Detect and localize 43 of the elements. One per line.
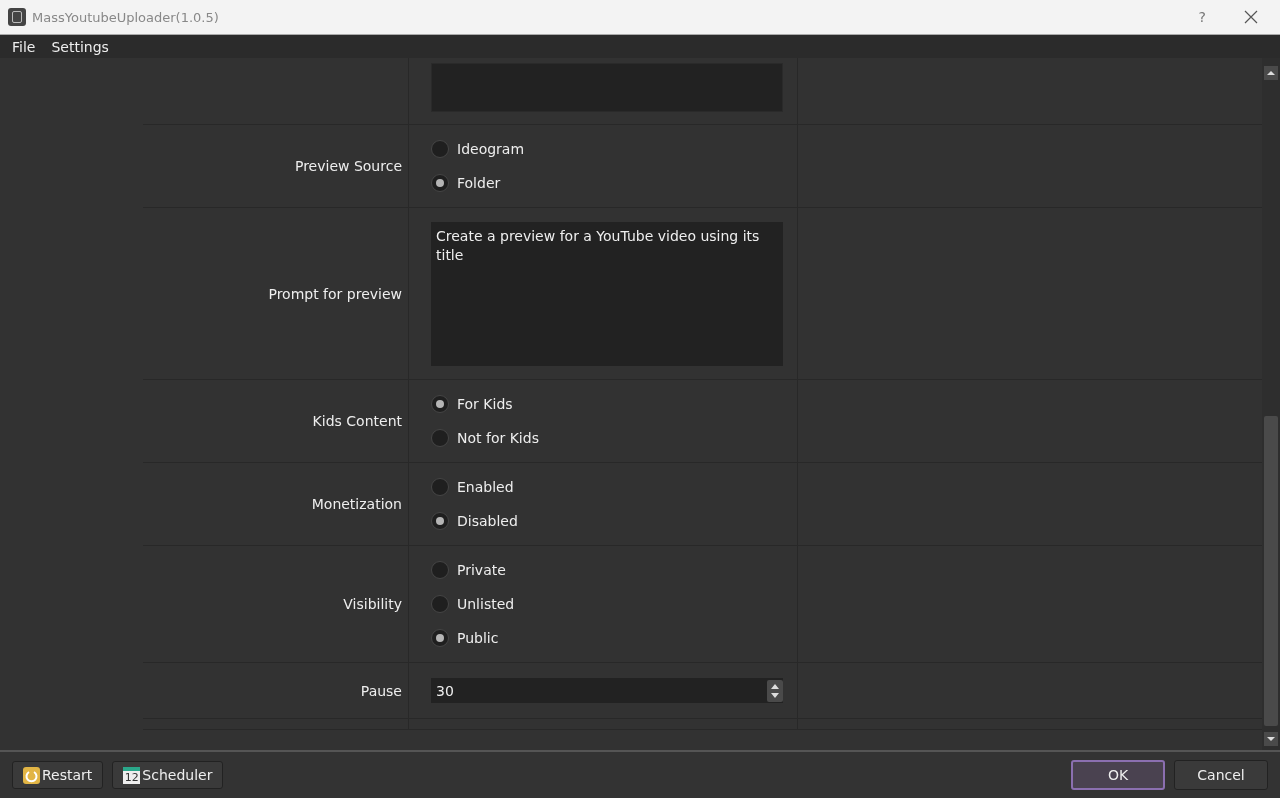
radio-label[interactable]: Folder xyxy=(457,175,501,191)
radio-button[interactable] xyxy=(431,629,449,647)
menu-item[interactable]: Settings xyxy=(43,38,117,55)
app-icon xyxy=(8,8,26,26)
radio-button[interactable] xyxy=(431,595,449,613)
calendar-icon: 12 xyxy=(123,766,141,784)
scroll-down-icon[interactable] xyxy=(1264,732,1278,746)
field-label: Kids Content xyxy=(312,413,402,429)
close-icon[interactable] xyxy=(1244,10,1258,24)
radio-label[interactable]: For Kids xyxy=(457,396,513,412)
radio-label[interactable]: Unlisted xyxy=(457,596,515,612)
field-label: Visibility xyxy=(343,596,402,612)
field-label: Monetization xyxy=(311,496,402,512)
radio-button[interactable] xyxy=(431,140,449,158)
prompt-textarea[interactable]: Create a preview for a YouTube video using its title xyxy=(431,222,783,366)
dialog-button[interactable]: Cancel xyxy=(1174,760,1268,790)
radio-label[interactable]: Disabled xyxy=(457,513,518,529)
number-field[interactable]: 30 xyxy=(431,678,783,703)
radio-button[interactable] xyxy=(431,395,449,413)
menu-item[interactable]: File xyxy=(4,38,44,55)
scrollbar[interactable] xyxy=(1262,58,1280,750)
radio-label[interactable]: Enabled xyxy=(457,479,514,495)
radio-label[interactable]: Private xyxy=(457,562,506,578)
footer-button[interactable]: 12 Scheduler xyxy=(112,761,224,789)
radio-button[interactable] xyxy=(431,561,449,579)
field-label: Pause xyxy=(360,682,402,699)
field-label: Prompt for preview xyxy=(268,285,402,302)
field-label: Preview Source xyxy=(294,158,402,174)
scroll-thumb[interactable] xyxy=(1264,416,1278,726)
radio-label[interactable]: Ideogram xyxy=(457,141,525,157)
radio-button[interactable] xyxy=(431,174,449,192)
restart-icon xyxy=(23,766,40,784)
radio-button[interactable] xyxy=(431,429,449,447)
dialog-button[interactable]: OK xyxy=(1071,760,1165,790)
radio-label[interactable]: Not for Kids xyxy=(457,430,539,446)
radio-button[interactable] xyxy=(431,478,449,496)
footer-button[interactable]: Restart xyxy=(12,761,104,789)
help-button[interactable]: ? xyxy=(1198,9,1206,25)
window-title: MassYoutubeUploader(1.0.5) xyxy=(32,9,220,25)
radio-button[interactable] xyxy=(431,512,449,530)
scroll-up-icon[interactable] xyxy=(1264,66,1278,80)
radio-label[interactable]: Public xyxy=(457,630,499,646)
spin-arrows-icon[interactable] xyxy=(767,679,783,702)
